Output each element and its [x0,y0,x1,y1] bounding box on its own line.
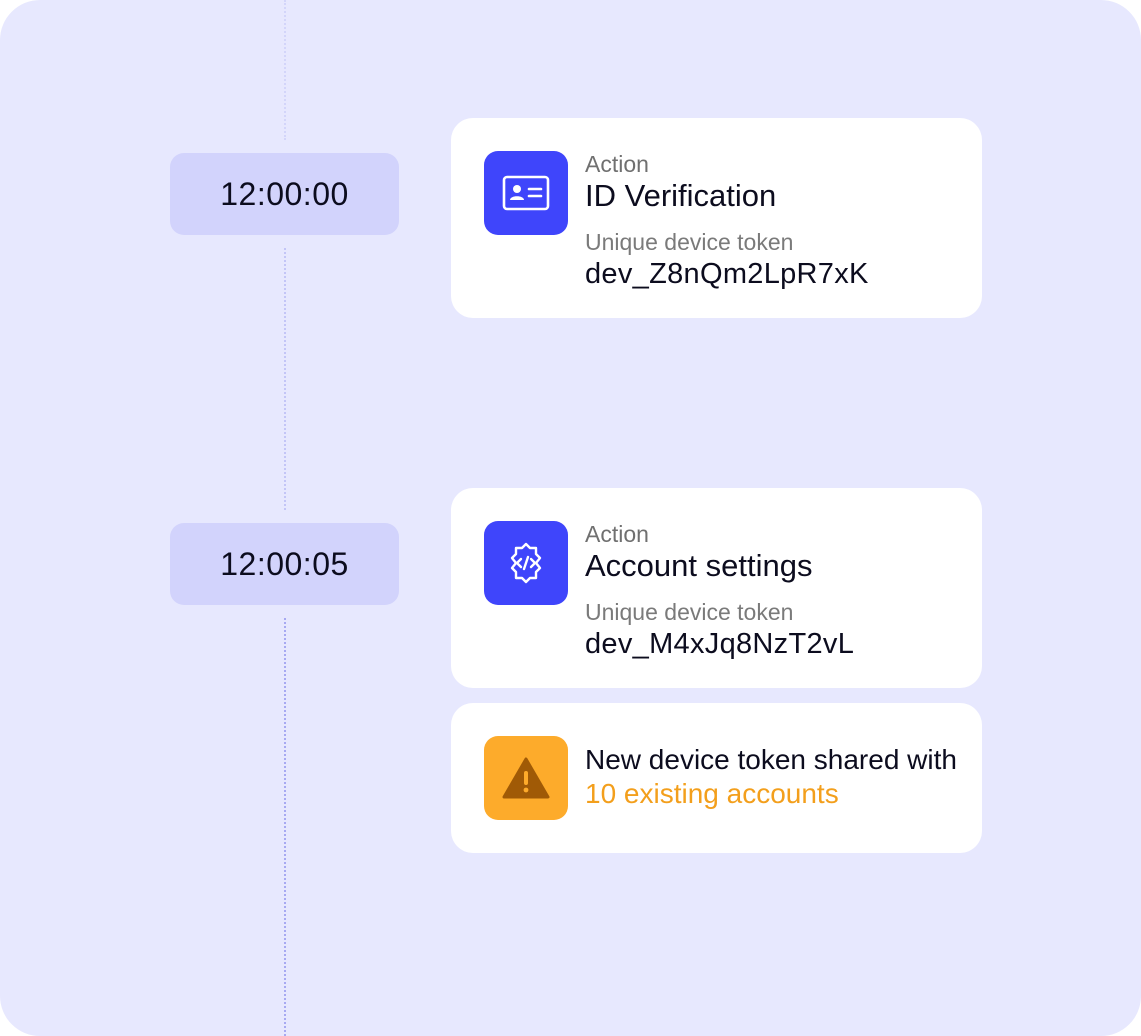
id-card-icon [484,151,568,235]
warning-icon [484,736,568,820]
device-token: dev_Z8nQm2LpR7xK [585,258,869,290]
shared-accounts-link[interactable]: 10 existing accounts [585,778,839,809]
action-eyebrow: Action [585,151,649,177]
timeline-rail [284,618,286,1036]
code-gear-icon [484,521,568,605]
timestamp-pill: 12:00:00 [170,153,399,235]
action-title: Account settings [585,548,813,583]
event-card-account-settings[interactable]: Action Account settings Unique device to… [451,488,982,688]
token-label: Unique device token [585,229,794,255]
timeline-panel: 12:00:00 Action ID Verification Unique d… [0,0,1141,1036]
timeline-rail [284,0,286,140]
alert-message-text: New device token shared with [585,744,957,775]
action-eyebrow: Action [585,521,649,547]
timeline-rail [284,248,286,510]
token-label: Unique device token [585,599,794,625]
action-title: ID Verification [585,178,777,213]
event-card-id-verification[interactable]: Action ID Verification Unique device tok… [451,118,982,318]
alert-message: New device token shared with 10 existing… [585,743,965,811]
timestamp-pill: 12:00:05 [170,523,399,605]
alert-card[interactable]: New device token shared with 10 existing… [451,703,982,853]
device-token: dev_M4xJq8NzT2vL [585,628,855,660]
